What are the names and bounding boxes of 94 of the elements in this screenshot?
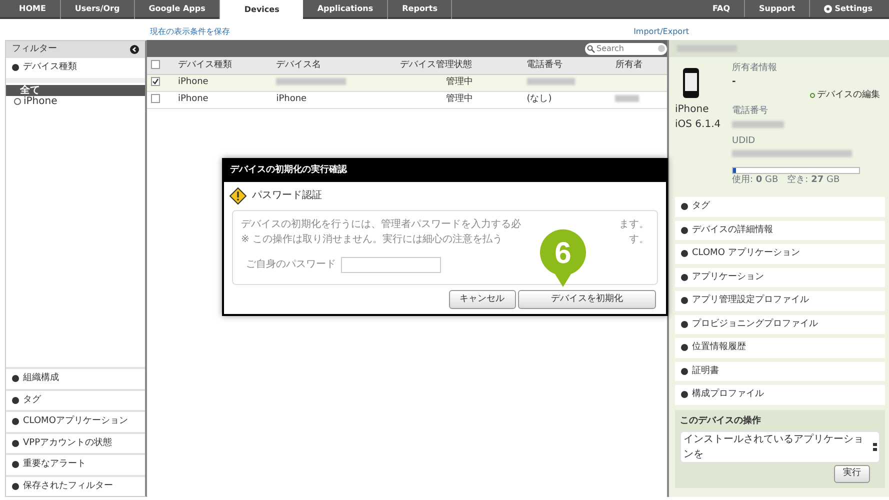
collapse-icon[interactable] [130,45,139,54]
nav-tab[interactable]: Devices [220,0,304,19]
filter-section-title[interactable]: タグ [23,394,41,407]
bullet-icon [12,396,19,404]
device-os: iOS 6.1.4 [675,118,722,132]
column-header: デバイス種類 [178,60,232,70]
nav-tab[interactable]: Reports [388,0,452,19]
expand-icon [681,203,688,210]
expand-icon [681,368,688,375]
table-row[interactable]: iPhone 管理中 [147,74,667,91]
panel-section[interactable]: デバイスの詳細情報 [675,220,885,240]
panel-section[interactable]: プロビジョニングプロファイル [675,314,885,334]
panel-section[interactable]: タグ [675,197,885,216]
column-header: 所有者 [615,60,642,70]
operation-select[interactable]: インストールされているアプリケーションを [680,430,880,462]
expand-icon [681,226,688,234]
field-label: 電話番号 [732,105,769,118]
execute-button[interactable]: 実行 [834,465,870,482]
checkbox[interactable] [151,60,160,69]
column-header: デバイス名 [276,60,322,70]
bullet-icon [12,440,19,447]
panel-title-blurred [677,45,737,52]
bullet-icon [12,64,19,72]
dialog-title: デバイスの初期化の実行確認 [224,160,666,182]
password-field[interactable] [341,256,441,272]
expand-icon [681,297,688,304]
bullet-icon [12,418,19,426]
expand-icon [681,274,688,281]
bullet-icon [12,482,19,490]
column-header: 電話番号 [526,60,563,70]
storage-usage: 使用: 0 GB 空き: 27 GB [732,174,841,186]
import-export-link[interactable]: Import/Export [634,26,689,38]
table-cell: iPhone [276,94,307,104]
table-cell: (なし) [526,94,552,104]
field-value: - [732,76,737,88]
table-cell: iPhone [178,76,208,87]
filter-section-title[interactable]: CLOMOアプリケーション [23,415,128,428]
table-cell: iPhone [178,94,208,104]
save-filter-link[interactable]: 現在の表示条件を保存 [150,26,230,38]
field-label: UDID [732,134,756,148]
nav-tab[interactable]: HOME [5,0,61,19]
search-field[interactable]: Search [584,42,666,54]
expand-icon [681,250,688,258]
expand-icon [681,320,688,328]
panel-section[interactable]: CLOMO アプリケーション [675,244,885,264]
filter-option[interactable]: iPhone [6,96,145,107]
expand-icon [681,391,688,398]
cancel-button[interactable]: キャンセル [448,290,516,309]
blurred-text [732,120,784,128]
edit-device-link[interactable]: デバイスの編集 [732,89,880,102]
filter-section-title[interactable]: デバイス種類 [23,61,77,74]
dialog-message: す。 [629,232,649,246]
bullet-icon [12,375,19,382]
step-marker: 6 [540,229,586,287]
table-cell: 管理中 [446,94,473,104]
table-row[interactable]: iPhone iPhone 管理中 (なし) [147,91,667,108]
device-model: iPhone [675,103,710,117]
table-cell: 管理中 [446,76,473,87]
warning-icon [229,186,247,204]
field-label: 所有者情報 [732,62,778,75]
panel-section[interactable]: 証明書 [675,362,885,381]
password-label: ご自身のパスワード [246,258,336,272]
panel-section[interactable]: 位置情報履歴 [675,338,885,358]
dialog-heading: パスワード認証 [252,188,322,203]
filter-section-title[interactable]: 保存されたフィルター [23,480,113,493]
filter-section-title[interactable]: 重要なアラート [23,458,86,472]
dialog-message: ます。 [619,218,649,232]
filter-section-title[interactable]: VPPアカウントの状態 [23,436,112,450]
nav-tab[interactable]: Applications [303,0,388,19]
nav-tab[interactable]: Users/Org [60,0,135,19]
operation-title: このデバイスの操作 [680,414,762,428]
dialog-message: デバイスの初期化を行うには、管理者パスワードを入力する必 [241,218,521,232]
search-icon [586,44,594,52]
column-header: デバイス管理状態 [400,60,472,70]
bullet-icon [12,461,19,468]
panel-section[interactable]: 構成プロファイル [675,385,885,404]
updown-icon [872,442,876,450]
circle-icon [810,93,815,98]
dialog-message: ※ この操作は取り消せません。実行には細心の注意を払う [241,232,503,246]
panel-section[interactable]: アプリ管理設定プロファイル [675,291,885,310]
checkbox[interactable] [151,76,160,86]
initialize-button[interactable]: デバイスを初期化 [518,290,656,309]
phone-icon [683,68,699,98]
nav-link[interactable]: Settings [810,0,886,17]
radio-icon [14,98,21,105]
filter-section-title[interactable]: 組織構成 [23,372,59,386]
filter-option[interactable]: 全て [6,85,145,96]
settings-icon [824,4,832,12]
checkbox[interactable] [151,94,160,103]
expand-icon [681,344,688,352]
panel-section[interactable]: アプリケーション [675,268,885,287]
panel-title: フィルター [12,42,57,56]
nav-link[interactable]: FAQ [698,0,746,17]
nav-link[interactable]: Support [745,0,810,17]
